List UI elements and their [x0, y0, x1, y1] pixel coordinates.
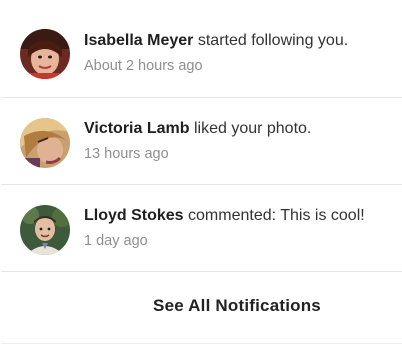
notification-action: commented: This is cool!: [183, 207, 365, 224]
notification-action: started following you.: [193, 32, 349, 49]
avatar-photo-icon: [20, 29, 70, 79]
user-name[interactable]: Victoria Lamb: [84, 120, 190, 137]
notification-text: Victoria Lamb liked your photo. 13 hours…: [84, 119, 394, 163]
notification-time: 1 day ago: [84, 233, 148, 249]
notification-message: Lloyd Stokes commented: This is cool!: [84, 206, 394, 226]
notification-item[interactable]: Victoria Lamb liked your photo. 13 hours…: [1, 98, 402, 185]
notification-item[interactable]: Isabella Meyer started following you. Ab…: [1, 0, 402, 98]
notifications-panel: Isabella Meyer started following you. Ab…: [0, 0, 402, 344]
notification-action: liked your photo.: [189, 120, 312, 137]
notification-text: Isabella Meyer started following you. Ab…: [84, 31, 394, 75]
notification-time: 13 hours ago: [84, 146, 169, 162]
notification-item[interactable]: Lloyd Stokes commented: This is cool! 1 …: [1, 185, 402, 272]
notification-message: Victoria Lamb liked your photo.: [84, 119, 394, 139]
user-name[interactable]: Lloyd Stokes: [84, 207, 184, 224]
avatar: [20, 118, 70, 168]
notification-list: Isabella Meyer started following you. Ab…: [0, 0, 402, 272]
avatar-photo-icon: [20, 118, 70, 168]
see-all-notifications-link[interactable]: See All Notifications: [0, 296, 402, 316]
user-name[interactable]: Isabella Meyer: [84, 32, 193, 49]
avatar: [20, 29, 70, 79]
avatar-photo-icon: [20, 205, 70, 255]
notification-message: Isabella Meyer started following you.: [84, 31, 394, 51]
avatar: [20, 205, 70, 255]
notification-text: Lloyd Stokes commented: This is cool! 1 …: [84, 206, 394, 250]
notification-time: About 2 hours ago: [84, 58, 203, 74]
